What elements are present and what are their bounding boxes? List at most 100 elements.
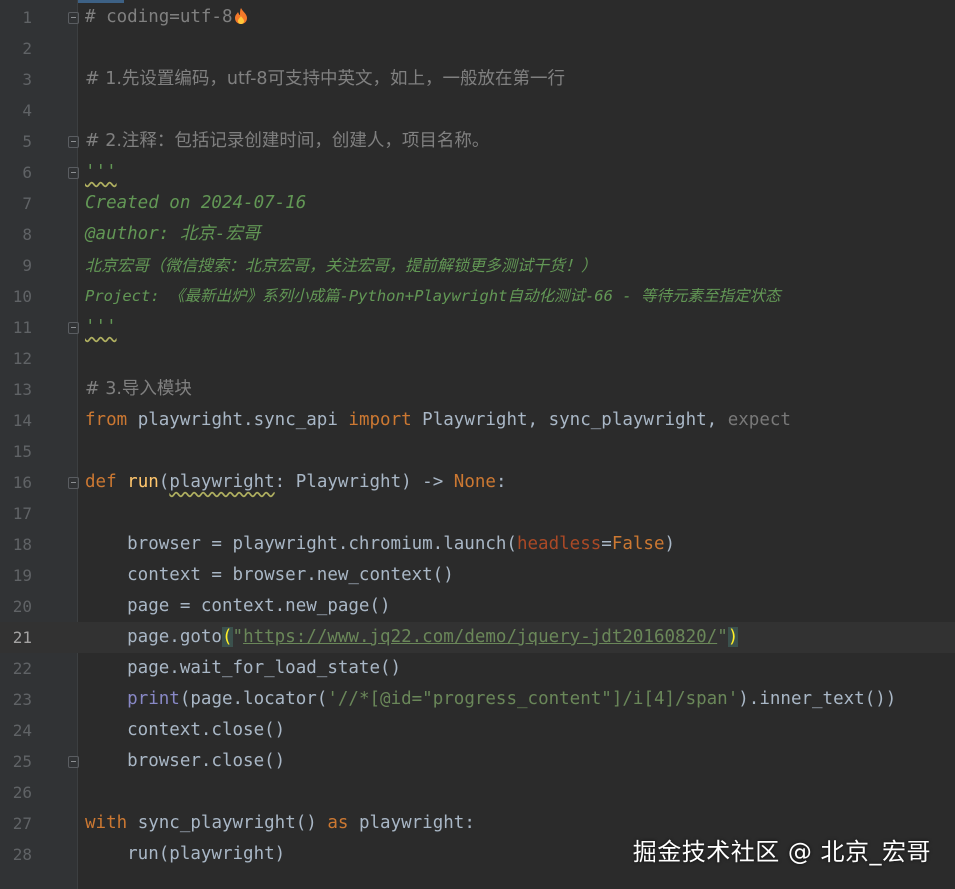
line-number: 1: [22, 8, 32, 27]
line-number: 13: [12, 380, 32, 399]
paren: ): [664, 534, 676, 554]
quote: ": [717, 627, 728, 647]
code-line-11[interactable]: 11 ''': [0, 312, 955, 343]
code-text: ).inner_text()): [738, 689, 897, 709]
line-number: 25: [12, 752, 32, 771]
line-number: 20: [12, 597, 32, 616]
code-editor[interactable]: 1 # coding=utf-8 2 3 # 1.先设置编码，utf-8可支持中…: [0, 0, 955, 889]
line-number: 9: [22, 256, 32, 275]
code-line-13[interactable]: 13 # 3.导入模块: [0, 374, 955, 405]
line-number: 28: [12, 845, 32, 864]
code-line-4[interactable]: 4: [0, 95, 955, 126]
code-text: page = context.new_page(): [85, 596, 391, 616]
line-number: 18: [12, 535, 32, 554]
keyword-false: False: [611, 534, 665, 554]
comment-text: # 2.注释：包括记录创建时间，创建人，项目名称。: [85, 131, 490, 151]
url-link[interactable]: https://www.jq22.com/demo/jquery-jdt2016…: [243, 627, 717, 647]
docstring-text: Created on 2024-07-16: [85, 193, 307, 213]
code-line-19[interactable]: 19 context = browser.new_context(): [0, 560, 955, 591]
code-line-22[interactable]: 22 page.wait_for_load_state(): [0, 653, 955, 684]
code-line-3[interactable]: 3 # 1.先设置编码，utf-8可支持中英文，如上，一般放在第一行: [0, 64, 955, 95]
module-name: playwright.sync_api: [127, 410, 349, 430]
param-name: playwright: [169, 472, 275, 492]
code-line-8[interactable]: 8 @author: 北京-宏哥: [0, 219, 955, 250]
code-line-21-current[interactable]: 21 page.goto( "https://www.jq22.com/demo/…: [0, 622, 955, 653]
xpath-string: '//*[@id="progress_content"]/i[4]/span': [327, 689, 739, 709]
fold-marker-icon[interactable]: [68, 12, 79, 24]
code-line-18[interactable]: 18 browser = playwright.chromium.launch(…: [0, 529, 955, 560]
fire-emoji-icon: [234, 8, 247, 24]
colon: :: [495, 472, 507, 492]
fold-marker-icon[interactable]: [68, 477, 79, 489]
line-number: 14: [12, 411, 32, 430]
function-name: run: [127, 472, 159, 492]
line-number: 21: [12, 628, 32, 647]
code-text: page.goto: [85, 627, 222, 647]
code-text: sync_playwright(): [127, 813, 328, 833]
fold-marker-icon[interactable]: [68, 136, 79, 148]
code-line-2[interactable]: 2: [0, 33, 955, 64]
code-text: page.wait_for_load_state(): [85, 658, 402, 678]
code-text: browser = playwright.chromium.launch(: [85, 534, 517, 554]
keyword-none: None: [453, 472, 496, 492]
code-text: context.close(): [85, 720, 286, 740]
imported-names: Playwright, sync_playwright,: [411, 410, 728, 430]
equals: =: [601, 534, 612, 554]
keyword-from: from: [85, 410, 128, 430]
code-text: context = browser.new_context(): [85, 565, 454, 585]
builtin-print: print: [127, 689, 180, 709]
code-text: (page.locator(: [179, 689, 328, 709]
docstring-text: @author: 北京-宏哥: [85, 224, 261, 244]
keyword-import: import: [348, 410, 412, 430]
paren: (: [158, 472, 170, 492]
keyword-def: def: [85, 472, 117, 492]
line-number: 11: [12, 318, 32, 337]
fold-marker-icon[interactable]: [68, 322, 79, 334]
code-text: browser.close(): [85, 751, 286, 771]
signature-rest: : Playwright) ->: [274, 472, 454, 492]
code-line-14[interactable]: 14 from playwright.sync_api import Playw…: [0, 405, 955, 436]
line-number: 22: [12, 659, 32, 678]
code-text: run(playwright): [85, 844, 286, 864]
line-number: 15: [12, 442, 32, 461]
comment-text: # coding=utf-8: [85, 7, 233, 27]
line-number: 8: [22, 225, 32, 244]
code-text: playwright:: [348, 813, 475, 833]
code-line-17[interactable]: 17: [0, 498, 955, 529]
unused-import: expect: [727, 410, 791, 430]
code-line-16[interactable]: 16 def run(playwright: Playwright) -> No…: [0, 467, 955, 498]
docstring-text: Project: 《最新出炉》系列小成篇-Python+Playwright自动…: [85, 287, 781, 305]
code-line-15[interactable]: 15: [0, 436, 955, 467]
code-line-5[interactable]: 5 # 2.注释：包括记录创建时间，创建人，项目名称。: [0, 126, 955, 157]
code-line-26[interactable]: 26: [0, 777, 955, 808]
line-number: 6: [22, 163, 32, 182]
fold-marker-icon[interactable]: [68, 167, 79, 179]
comment-text: # 3.导入模块: [85, 379, 192, 399]
code-line-7[interactable]: 7 Created on 2024-07-16: [0, 188, 955, 219]
code-line-20[interactable]: 20 page = context.new_page(): [0, 591, 955, 622]
line-number: 17: [12, 504, 32, 523]
fold-marker-icon[interactable]: [68, 756, 79, 768]
line-number: 7: [22, 194, 32, 213]
matched-paren: ): [727, 627, 739, 647]
line-number: 12: [12, 349, 32, 368]
matched-paren: (: [221, 627, 233, 647]
code-line-12[interactable]: 12: [0, 343, 955, 374]
line-number: 5: [22, 132, 32, 151]
line-number: 27: [12, 814, 32, 833]
line-number: 23: [12, 690, 32, 709]
line-number: 26: [12, 783, 32, 802]
code-line-25[interactable]: 25 browser.close(): [0, 746, 955, 777]
line-number: 16: [12, 473, 32, 492]
code-line-23[interactable]: 23 print(page.locator('//*[@id="progress…: [0, 684, 955, 715]
code-line-24[interactable]: 24 context.close(): [0, 715, 955, 746]
code-line-1[interactable]: 1 # coding=utf-8: [0, 2, 955, 33]
code-line-6[interactable]: 6 ''': [0, 157, 955, 188]
keyword-with: with: [85, 813, 128, 833]
kwarg-name: headless: [516, 534, 602, 554]
code-line-10[interactable]: 10 Project: 《最新出炉》系列小成篇-Python+Playwrigh…: [0, 281, 955, 312]
code-line-9[interactable]: 9 北京宏哥（微信搜索：北京宏哥，关注宏哥，提前解锁更多测试干货！）: [0, 250, 955, 281]
line-number: 24: [12, 721, 32, 740]
line-number: 19: [12, 566, 32, 585]
